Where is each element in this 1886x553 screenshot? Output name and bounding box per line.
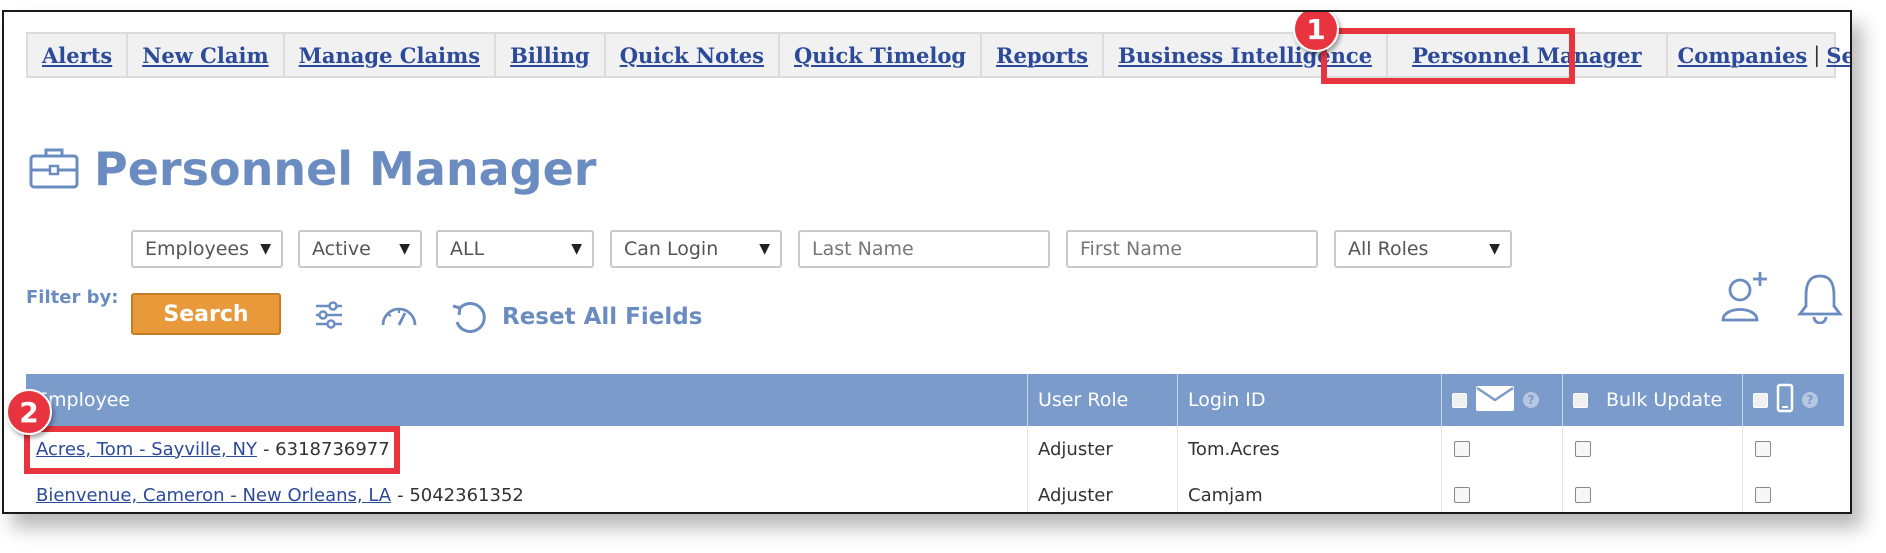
email-checkbox[interactable] bbox=[1454, 487, 1470, 503]
reset-icon[interactable] bbox=[450, 300, 490, 341]
status-select[interactable]: Active ▼ bbox=[298, 230, 422, 268]
help-icon[interactable]: ? bbox=[1523, 392, 1539, 408]
login-id-cell: Tom.Acres bbox=[1178, 426, 1442, 472]
last-name-placeholder: Last Name bbox=[812, 238, 914, 260]
email-checkbox-cell bbox=[1442, 472, 1563, 512]
reset-all-fields-link[interactable]: Reset All Fields bbox=[502, 304, 702, 330]
mobile-phone-icon bbox=[1776, 383, 1794, 418]
callout-badge-2: 2 bbox=[6, 389, 52, 435]
nav-reports[interactable]: Reports bbox=[982, 34, 1105, 76]
table-row: Bienvenue, Cameron - New Orleans, LA - 5… bbox=[26, 472, 1844, 512]
speedometer-icon[interactable] bbox=[379, 299, 419, 336]
app-frame: Alerts New Claim Manage Claims Billing Q… bbox=[2, 10, 1852, 514]
col-employee[interactable]: Employee bbox=[26, 374, 1028, 426]
select-all-mobile-checkbox[interactable] bbox=[1753, 392, 1768, 408]
col-login-id[interactable]: Login ID bbox=[1178, 374, 1442, 426]
login-value: Can Login bbox=[624, 238, 719, 260]
login-id-cell: Camjam bbox=[1178, 472, 1442, 512]
select-all-email-checkbox[interactable] bbox=[1452, 392, 1467, 408]
callout-box-personnel-manager bbox=[1321, 28, 1575, 84]
nav-billing[interactable]: Billing bbox=[496, 34, 606, 76]
sliders-icon[interactable] bbox=[313, 299, 345, 336]
nav-settings[interactable]: Settings bbox=[1826, 34, 1850, 76]
bulk-checkbox-cell bbox=[1563, 472, 1743, 512]
col-bulk-update: Bulk Update bbox=[1563, 374, 1743, 426]
nav-companies-settings: Companies | Settings bbox=[1668, 34, 1850, 76]
employee-table-header: Employee User Role Login ID ? Bulk Updat… bbox=[26, 374, 1844, 426]
employee-phone: - 5042361352 bbox=[397, 484, 524, 506]
dropdown-arrow-icon: ▼ bbox=[571, 241, 582, 257]
select-all-bulk-checkbox[interactable] bbox=[1573, 392, 1588, 408]
last-name-input[interactable]: Last Name bbox=[798, 230, 1050, 268]
employee-type-select[interactable]: Employees ▼ bbox=[131, 230, 283, 268]
dropdown-arrow-icon: ▼ bbox=[399, 241, 410, 257]
bulk-update-checkbox[interactable] bbox=[1575, 441, 1591, 457]
nav-alerts[interactable]: Alerts bbox=[28, 34, 129, 76]
mobile-checkbox[interactable] bbox=[1755, 487, 1771, 503]
envelope-icon bbox=[1475, 383, 1515, 418]
roles-select[interactable]: All Roles ▼ bbox=[1334, 230, 1512, 268]
employee-type-value: Employees bbox=[145, 238, 249, 260]
scope-select[interactable]: ALL ▼ bbox=[436, 230, 594, 268]
col-mobile: ? bbox=[1743, 374, 1844, 426]
mobile-checkbox-cell bbox=[1743, 472, 1844, 512]
roles-value: All Roles bbox=[1348, 238, 1429, 260]
scope-value: ALL bbox=[450, 238, 485, 260]
col-user-role-label: User Role bbox=[1038, 389, 1129, 411]
dropdown-arrow-icon: ▼ bbox=[1489, 241, 1500, 257]
dropdown-arrow-icon: ▼ bbox=[759, 241, 770, 257]
help-icon[interactable]: ? bbox=[1802, 392, 1818, 408]
search-button[interactable]: Search bbox=[131, 293, 281, 335]
nav-quick-notes[interactable]: Quick Notes bbox=[606, 34, 780, 76]
nav-separator: | bbox=[1813, 43, 1821, 67]
first-name-input[interactable]: First Name bbox=[1066, 230, 1318, 268]
add-user-icon[interactable] bbox=[1718, 270, 1770, 329]
nav-quick-timelog[interactable]: Quick Timelog bbox=[780, 34, 983, 76]
mobile-checkbox[interactable] bbox=[1755, 441, 1771, 457]
col-login-id-label: Login ID bbox=[1188, 389, 1266, 411]
employee-cell: Bienvenue, Cameron - New Orleans, LA - 5… bbox=[26, 472, 1028, 512]
user-role-cell: Adjuster bbox=[1028, 472, 1178, 512]
mobile-checkbox-cell bbox=[1743, 426, 1844, 472]
nav-companies[interactable]: Companies bbox=[1678, 34, 1808, 76]
first-name-placeholder: First Name bbox=[1080, 238, 1183, 260]
col-email: ? bbox=[1442, 374, 1563, 426]
col-bulk-update-label: Bulk Update bbox=[1606, 389, 1723, 411]
dropdown-arrow-icon: ▼ bbox=[260, 241, 271, 257]
page-title: Personnel Manager bbox=[94, 142, 597, 196]
user-role-cell: Adjuster bbox=[1028, 426, 1178, 472]
status-value: Active bbox=[312, 238, 371, 260]
email-checkbox-cell bbox=[1442, 426, 1563, 472]
page-header: Personnel Manager bbox=[28, 142, 596, 196]
employee-link[interactable]: Bienvenue, Cameron - New Orleans, LA bbox=[36, 485, 391, 506]
briefcase-icon bbox=[28, 144, 80, 195]
filter-by-label: Filter by: bbox=[26, 287, 119, 308]
callout-box-employee-row bbox=[24, 426, 400, 474]
bulk-update-checkbox[interactable] bbox=[1575, 487, 1591, 503]
email-checkbox[interactable] bbox=[1454, 441, 1470, 457]
col-user-role[interactable]: User Role bbox=[1028, 374, 1178, 426]
bulk-checkbox-cell bbox=[1563, 426, 1743, 472]
bell-icon[interactable] bbox=[1794, 270, 1846, 329]
nav-manage-claims[interactable]: Manage Claims bbox=[285, 34, 497, 76]
login-select[interactable]: Can Login ▼ bbox=[610, 230, 782, 268]
nav-new-claim[interactable]: New Claim bbox=[128, 34, 285, 76]
